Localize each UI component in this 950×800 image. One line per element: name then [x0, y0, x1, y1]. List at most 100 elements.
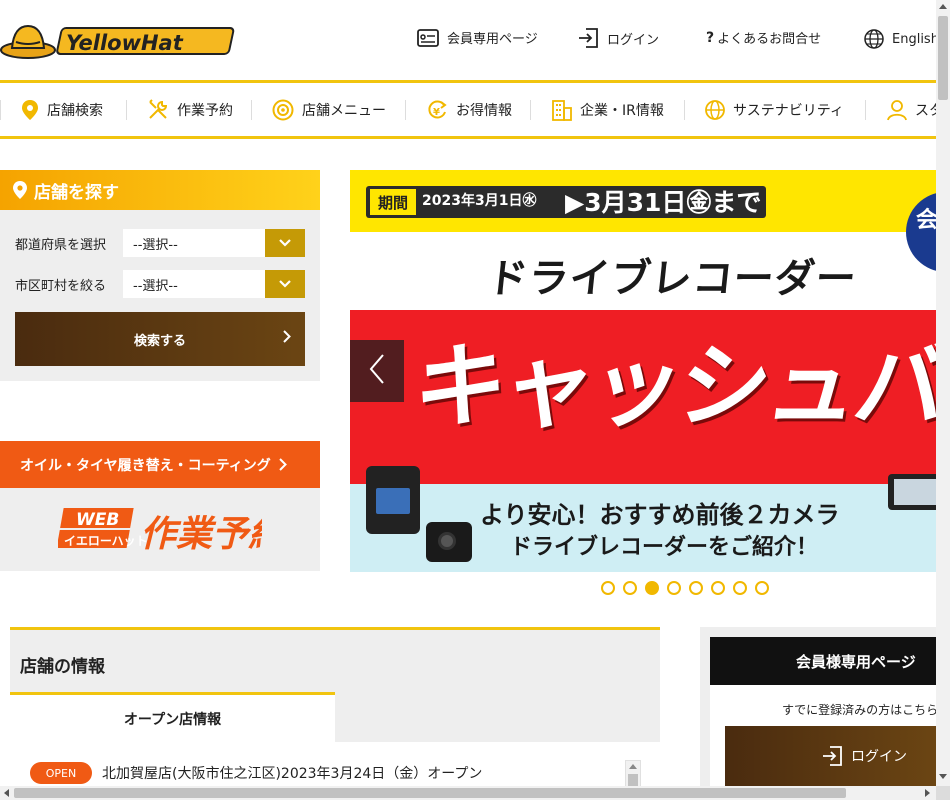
- carousel-dot[interactable]: [755, 581, 769, 595]
- carousel-dot[interactable]: [733, 581, 747, 595]
- login-link[interactable]: ログイン: [577, 27, 659, 49]
- shop-info-title: 店舗の情報: [20, 657, 105, 677]
- tools-icon: [147, 98, 169, 121]
- map-pin-icon: [12, 180, 28, 200]
- member-login-note: すでに登録済みの方はこちら: [782, 703, 939, 717]
- carousel-dot[interactable]: [689, 581, 703, 595]
- period-end: ▶3月31日㊎まで: [565, 188, 762, 217]
- web-label: WEB: [76, 510, 119, 530]
- language-link[interactable]: English: [864, 29, 939, 49]
- nav-item-staff[interactable]: スタ: [887, 83, 936, 136]
- site-header: YellowHat 会員専用ページ ログイン ? よくあるお問合せ Englis…: [0, 0, 939, 80]
- faq-label: よくあるお問合せ: [717, 32, 822, 47]
- tab-open-stores[interactable]: オープン店情報: [10, 692, 335, 742]
- nav-item-label: 作業予約: [177, 102, 233, 119]
- work-reservation-label: 作業予約: [140, 514, 262, 554]
- member-section: 会員様専用ページ すでに登録済みの方はこちら ログイン: [700, 627, 939, 800]
- building-icon: [552, 99, 572, 121]
- faq-link[interactable]: ? よくあるお問合せ: [706, 28, 822, 48]
- carousel-prev-button[interactable]: [350, 340, 404, 402]
- nav-item-label: サステナビリティ: [733, 102, 844, 119]
- scroll-left-icon: [4, 789, 9, 797]
- oil-tire-coating-banner[interactable]: オイル・タイヤ履き替え・コーティング: [0, 441, 320, 488]
- carousel-dot[interactable]: [623, 581, 637, 595]
- nav-bottom-border: [0, 136, 936, 139]
- chevron-right-icon: [279, 458, 287, 471]
- member-section-title: 会員様専用ページ: [710, 637, 936, 685]
- yellowhat-kana-label: イエローハット: [64, 534, 148, 548]
- city-value: --選択--: [133, 278, 178, 294]
- slide-headline: キャッシュバック: [407, 333, 936, 440]
- prefecture-select[interactable]: --選択--: [123, 229, 305, 257]
- prefecture-label: 都道府県を選択: [15, 237, 107, 253]
- dashcam-monitor-image: [888, 474, 936, 510]
- scrollbar-thumb[interactable]: [14, 788, 846, 798]
- carousel-dot[interactable]: [667, 581, 681, 595]
- period-tag: 期間: [370, 189, 416, 215]
- carousel-pagination: [601, 581, 777, 595]
- person-icon: [887, 99, 907, 121]
- scroll-down-icon: [939, 774, 947, 779]
- campaign-carousel[interactable]: 期間 2023年3月1日㊌ ▶3月31日㊎まで 会 ドライブレコーダー キャッシ…: [350, 170, 936, 572]
- member-login-button[interactable]: ログイン: [725, 726, 936, 786]
- logo-text: YellowHat: [66, 31, 184, 55]
- open-badge: OPEN: [30, 762, 92, 784]
- member-card-icon: [417, 28, 439, 47]
- svg-text:¥: ¥: [433, 107, 440, 118]
- globe-icon: [864, 29, 884, 49]
- nav-item-label: 店舗メニュー: [302, 102, 386, 119]
- globe-icon: [705, 99, 725, 120]
- chevron-left-icon: [369, 354, 385, 388]
- period-start: 2023年3月1日㊌: [422, 193, 537, 209]
- city-select[interactable]: --選択--: [123, 270, 305, 298]
- search-button-label: 検索する: [133, 333, 186, 349]
- nav-item-label: 店舗検索: [47, 102, 103, 119]
- login-icon: [821, 745, 843, 767]
- nav-item-sustainability[interactable]: サステナビリティ: [705, 83, 844, 136]
- question-icon: ?: [706, 29, 715, 46]
- tire-icon: [272, 99, 294, 121]
- chevron-down-icon: [265, 270, 305, 298]
- horizontal-scrollbar[interactable]: [0, 786, 936, 800]
- slide-bottom-line2: ドライブレコーダーをご紹介！: [510, 535, 819, 560]
- shop-info-section: 店舗の情報 オープン店情報 OPEN 北加賀屋店(大阪市住之江区)2023年3月…: [10, 627, 660, 800]
- global-nav: 店舗検索 作業予約 店舗メニュー ¥ お得情報 企業・IR情報 サステナビリティ: [0, 83, 936, 136]
- scroll-right-icon: [925, 789, 930, 797]
- member-page-link[interactable]: 会員専用ページ: [417, 28, 538, 47]
- web-work-reservation-banner[interactable]: WEB イエローハット 作業予約: [0, 488, 320, 571]
- carousel-dot[interactable]: [711, 581, 725, 595]
- nav-item-label: お得情報: [456, 102, 512, 119]
- promo-banner-label: オイル・タイヤ履き替え・コーティング: [20, 457, 271, 474]
- dashcam-image: [366, 466, 420, 534]
- list-item[interactable]: OPEN 北加賀屋店(大阪市住之江区)2023年3月24日（金）オープン: [30, 762, 482, 784]
- chevron-right-icon: [283, 330, 291, 347]
- nav-item-store-menu[interactable]: 店舗メニュー: [272, 83, 386, 136]
- nav-item-label: スタ: [915, 102, 936, 119]
- tab-open-stores-label: オープン店情報: [123, 711, 222, 728]
- store-news-text: 北加賀屋店(大阪市住之江区)2023年3月24日（金）オープン: [102, 766, 483, 782]
- chevron-down-icon: [265, 229, 305, 257]
- city-row: 市区町村を絞る --選択--: [15, 270, 305, 298]
- campaign-badge-text: 会: [916, 208, 936, 233]
- prefecture-row: 都道府県を選択 --選択--: [15, 229, 305, 257]
- nav-item-store-search[interactable]: 店舗検索: [21, 83, 103, 136]
- rear-camera-image: [426, 522, 472, 562]
- yellowhat-logo[interactable]: YellowHat: [0, 20, 240, 62]
- login-icon: [577, 27, 599, 49]
- nav-item-corporate-ir[interactable]: 企業・IR情報: [552, 83, 664, 136]
- map-pin-icon: [21, 99, 39, 121]
- city-label: 市区町村を絞る: [15, 278, 107, 294]
- shop-search-header: 店舗を探す: [0, 170, 320, 210]
- nav-item-work-reservation[interactable]: 作業予約: [147, 83, 233, 136]
- login-label: ログイン: [607, 32, 660, 48]
- shop-search-title: 店舗を探す: [34, 182, 119, 203]
- carousel-dot[interactable]: [645, 581, 659, 595]
- scrollbar-thumb[interactable]: [938, 16, 948, 100]
- scroll-up-icon: [939, 4, 947, 9]
- shop-search-button[interactable]: 検索する: [15, 312, 305, 366]
- slide-bottom-line1: より安心！おすすめ前後２カメラ: [480, 501, 840, 529]
- nav-item-deals[interactable]: ¥ お得情報: [426, 83, 512, 136]
- member-login-label: ログイン: [851, 749, 907, 765]
- vertical-scrollbar[interactable]: [936, 0, 950, 786]
- carousel-dot[interactable]: [601, 581, 615, 595]
